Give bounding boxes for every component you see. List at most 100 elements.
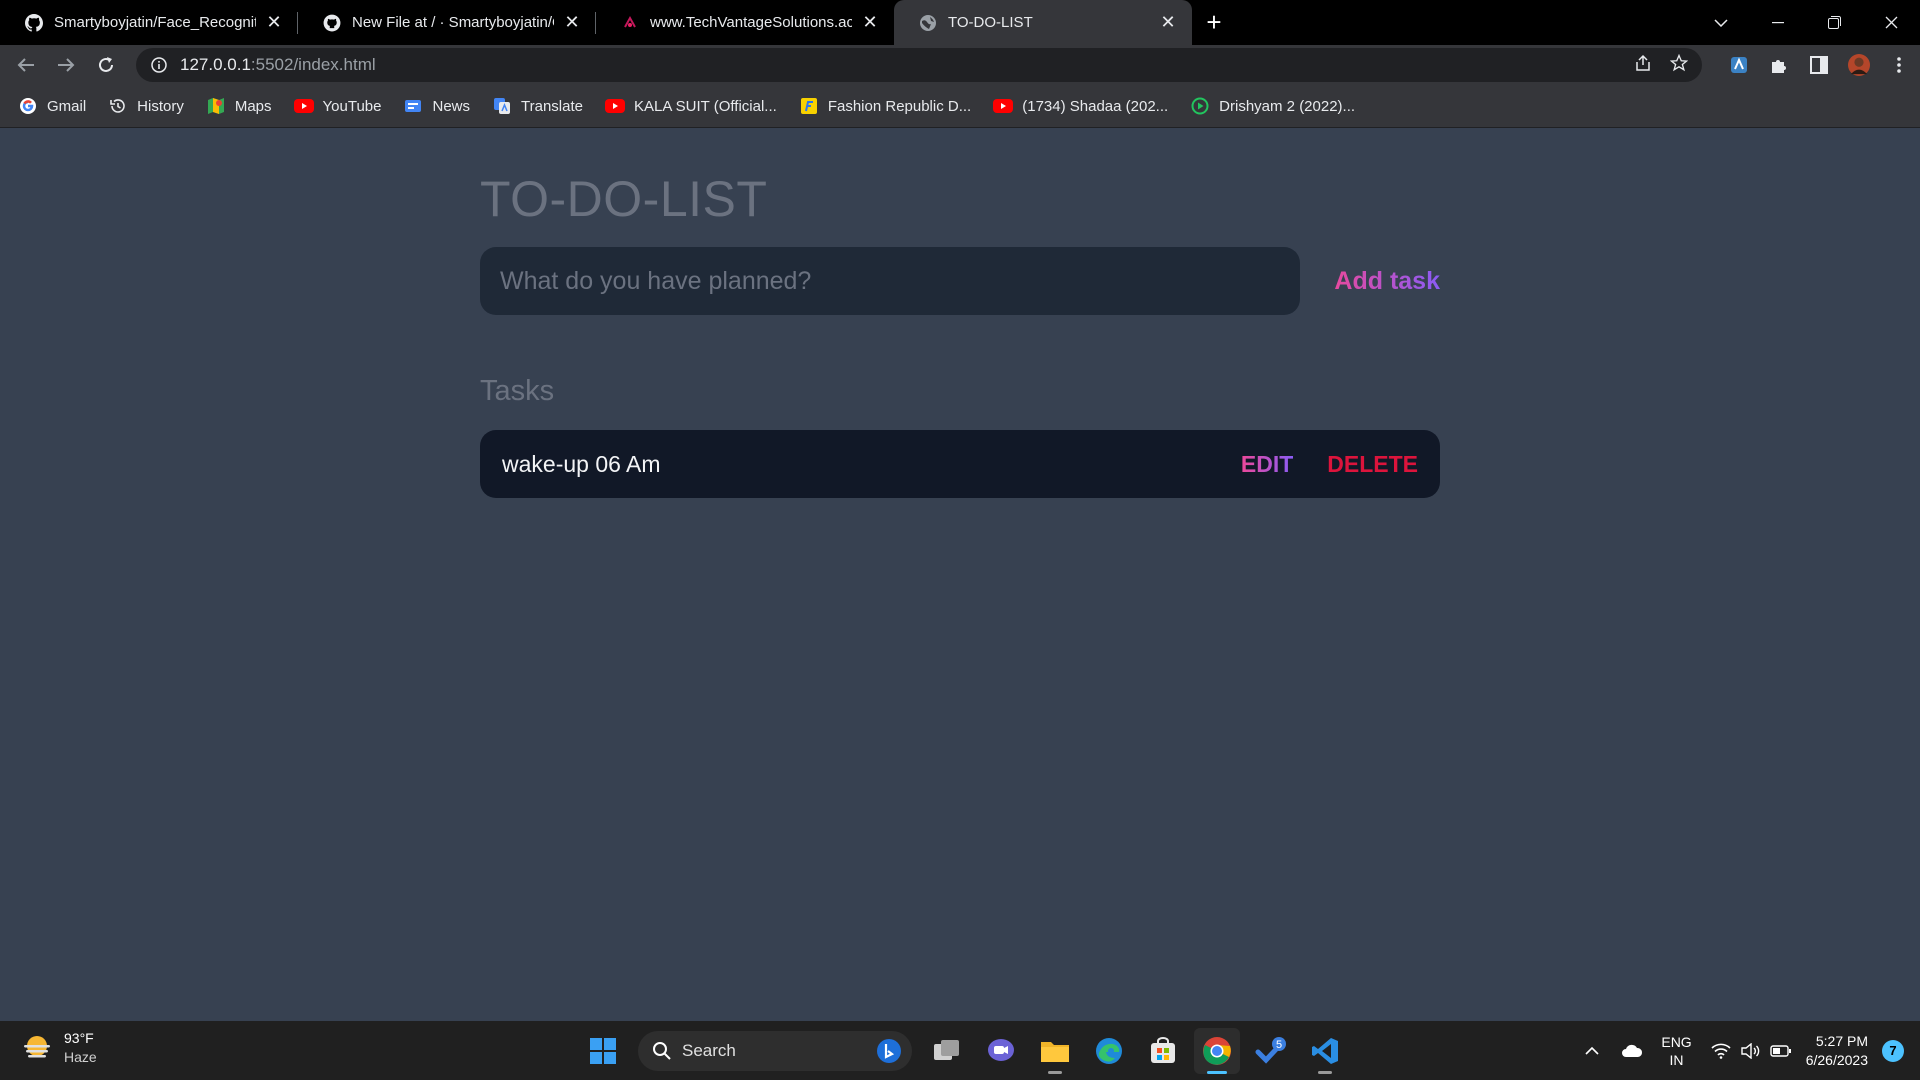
tab-new-file[interactable]: New File at / · Smartyboyjatin/OC ✕	[298, 0, 596, 45]
add-task-button[interactable]: Add task	[1328, 247, 1440, 315]
store-icon	[1151, 1037, 1175, 1063]
bookmark-label: Fashion Republic D...	[827, 97, 972, 115]
language-code: ENG	[1661, 1033, 1692, 1050]
tab-title: New File at / · Smartyboyjatin/OC	[352, 14, 554, 31]
bookmark-label: History	[137, 97, 184, 115]
delete-task-button[interactable]: DELETE	[1327, 451, 1418, 478]
bookmark-label: Gmail	[47, 97, 87, 115]
task-text: wake-up 06 Am	[502, 450, 661, 477]
extensions-area	[1728, 45, 1910, 85]
extension-app-icon[interactable]	[1728, 54, 1750, 76]
bookmark-shadaa[interactable]: (1734) Shadaa (202...	[993, 96, 1168, 116]
reload-icon[interactable]	[86, 45, 126, 85]
volume-icon[interactable]	[1736, 1036, 1766, 1066]
teams-chat-button[interactable]	[978, 1028, 1024, 1074]
close-icon[interactable]: ✕	[562, 12, 582, 33]
history-icon	[108, 96, 128, 116]
language-indicator[interactable]: ENG IN	[1661, 1033, 1691, 1069]
file-explorer-button[interactable]	[1032, 1028, 1078, 1074]
start-button[interactable]	[580, 1028, 626, 1074]
tasks-heading: Tasks	[480, 375, 555, 407]
bookmark-fashion-republic[interactable]: Fashion Republic D...	[799, 96, 971, 116]
store-button[interactable]	[1140, 1028, 1186, 1074]
tab-face-recognition[interactable]: Smartyboyjatin/Face_Recognition ✕	[0, 0, 298, 45]
task-item: wake-up 06 Am EDIT DELETE	[480, 430, 1440, 498]
new-task-input[interactable]	[480, 247, 1300, 315]
minimize-button[interactable]	[1749, 3, 1806, 43]
play-icon	[1190, 96, 1210, 116]
chat-icon	[988, 1039, 1014, 1061]
weather-condition: Haze	[64, 1049, 97, 1065]
folder-icon	[1041, 1042, 1069, 1062]
edit-task-button[interactable]: EDIT	[1241, 451, 1293, 478]
share-icon[interactable]	[1634, 54, 1652, 77]
close-icon[interactable]: ✕	[1158, 12, 1178, 33]
chevron-up-icon[interactable]	[1577, 1036, 1607, 1066]
back-arrow-icon[interactable]	[6, 45, 46, 85]
restore-button[interactable]	[1806, 3, 1863, 43]
info-icon[interactable]	[150, 56, 168, 74]
running-indicator	[1318, 1071, 1332, 1074]
running-indicator	[1048, 1071, 1062, 1074]
search-label: Search	[682, 1041, 736, 1060]
search-icon	[653, 1042, 671, 1060]
close-icon[interactable]: ✕	[860, 12, 880, 33]
close-window-button[interactable]	[1863, 3, 1920, 43]
taskbar-search[interactable]: Search	[638, 1031, 912, 1071]
google-icon	[18, 96, 38, 116]
windows-taskbar: 93°F Haze Search 5 ENG IN 5:27 PM 6/26/2…	[0, 1021, 1920, 1080]
side-panel-icon[interactable]	[1808, 54, 1830, 76]
region-code: IN	[1669, 1051, 1684, 1068]
bookmark-translate[interactable]: Translate	[492, 96, 583, 116]
url-host: 127.0.0.1	[180, 55, 251, 74]
todo-app-button[interactable]: 5	[1248, 1028, 1294, 1074]
youtube-icon	[293, 96, 314, 116]
profile-avatar[interactable]	[1848, 54, 1870, 76]
weather-text: 93°F Haze	[64, 1029, 97, 1067]
wifi-icon[interactable]	[1706, 1036, 1736, 1066]
onedrive-cloud-icon[interactable]	[1617, 1036, 1647, 1066]
bookmark-youtube[interactable]: YouTube	[293, 96, 381, 116]
maps-icon	[206, 96, 226, 116]
chrome-icon	[1203, 1037, 1231, 1065]
github-icon	[24, 13, 44, 33]
bookmark-maps[interactable]: Maps	[206, 96, 272, 116]
task-view-button[interactable]	[924, 1028, 970, 1074]
weather-widget[interactable]: 93°F Haze	[20, 1029, 97, 1067]
edge-button[interactable]	[1086, 1028, 1132, 1074]
bookmark-history[interactable]: History	[108, 96, 184, 116]
vscode-button[interactable]	[1302, 1028, 1348, 1074]
taskbar-apps: Search 5	[580, 1027, 1348, 1075]
bookmark-label: Drishyam 2 (2022)...	[1219, 97, 1356, 115]
bookmark-kala-suit[interactable]: KALA SUIT (Official...	[604, 96, 777, 116]
forward-arrow-icon[interactable]	[46, 45, 86, 85]
clock-date: 6/26/2023	[1805, 1051, 1868, 1068]
notification-badge[interactable]: 7	[1882, 1039, 1904, 1062]
system-tray: ENG IN 5:27 PM 6/26/2023 7	[1577, 1021, 1920, 1080]
bookmark-drishyam[interactable]: Drishyam 2 (2022)...	[1190, 96, 1355, 116]
bookmark-label: KALA SUIT (Official...	[633, 97, 777, 115]
bing-icon[interactable]	[876, 1038, 902, 1064]
bookmark-star-icon[interactable]	[1669, 53, 1689, 77]
tab-todo-list[interactable]: TO-DO-LIST ✕	[894, 0, 1192, 45]
windows-logo-icon	[590, 1038, 616, 1064]
bookmark-gmail[interactable]: Gmail	[18, 96, 86, 116]
puzzle-icon[interactable]	[1768, 54, 1790, 76]
youtube-icon	[993, 96, 1014, 116]
new-tab-button[interactable]: +	[1192, 0, 1236, 45]
page-title: TO-DO-LIST	[480, 171, 768, 227]
tab-title: www.TechVantageSolutions.ac.in	[650, 14, 852, 31]
todo-check-icon: 5	[1255, 1037, 1286, 1064]
chrome-button[interactable]	[1194, 1028, 1240, 1074]
tab-search-chevron-icon[interactable]	[1692, 3, 1749, 43]
battery-icon[interactable]	[1766, 1036, 1796, 1066]
address-bar[interactable]: 127.0.0.1:5502/index.html	[136, 48, 1702, 82]
bookmark-news[interactable]: News	[403, 96, 470, 116]
menu-dots-icon[interactable]	[1888, 54, 1910, 76]
clock[interactable]: 5:27 PM 6/26/2023	[1806, 1032, 1868, 1070]
youtube-icon	[604, 96, 625, 116]
clock-time: 5:27 PM	[1815, 1032, 1868, 1049]
close-icon[interactable]: ✕	[264, 12, 284, 33]
bookmarks-bar: Gmail History Maps YouTube News Translat…	[0, 85, 1920, 128]
tab-techvantage[interactable]: www.TechVantageSolutions.ac.in ✕	[596, 0, 894, 45]
